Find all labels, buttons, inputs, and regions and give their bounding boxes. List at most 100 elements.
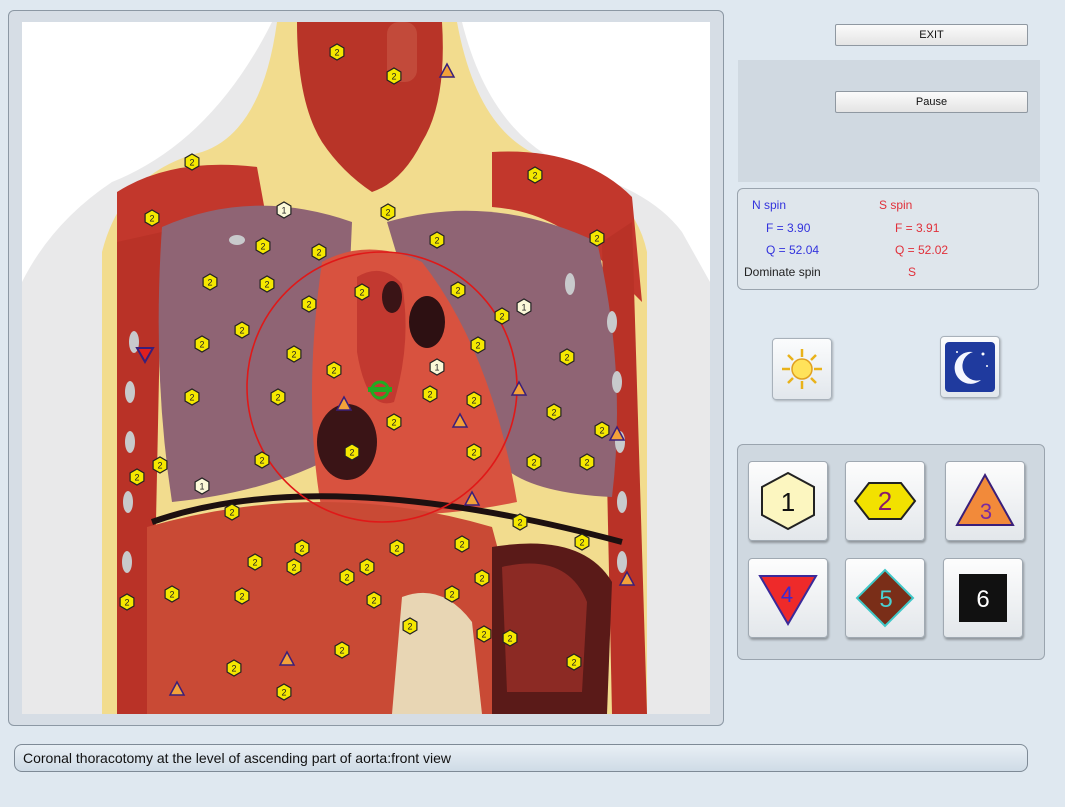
shape-3-label: 3 [980, 499, 992, 524]
hexagon-marker-label: 2 [391, 418, 396, 428]
shape-4-label: 4 [781, 582, 793, 607]
hexagon-marker-label: 2 [471, 396, 476, 406]
shape-2-button[interactable]: 2 [845, 461, 925, 541]
hexagon-marker-label: 2 [391, 72, 396, 82]
image-caption: Coronal thoracotomy at the level of asce… [14, 744, 1028, 772]
hexagon-marker-label: 2 [599, 426, 604, 436]
hexagon-marker-label: 2 [434, 236, 439, 246]
hexagon-marker-label: 2 [229, 508, 234, 518]
hexagon-marker-label: 2 [449, 590, 454, 600]
hexagon-marker-label: 2 [291, 563, 296, 573]
control-panel [738, 60, 1040, 182]
hexagon-marker-label: 2 [275, 393, 280, 403]
hexagon-marker-label: 2 [532, 171, 537, 181]
hexagon-marker-label: 2 [231, 664, 236, 674]
hexagon-light-yellow-icon: 1 [761, 471, 815, 531]
hexagon-marker-label: 2 [134, 473, 139, 483]
shape-6-button[interactable]: 6 [943, 558, 1023, 638]
s-spin-f-value: F = 3.91 [895, 221, 940, 235]
hexagon-marker-label: 2 [344, 573, 349, 583]
hexagon-marker-label: 2 [299, 544, 304, 554]
hexagon-marker-label: 2 [239, 592, 244, 602]
hexagon-marker-label: 2 [259, 456, 264, 466]
moon-icon [945, 342, 995, 392]
hexagon-marker-label: 2 [264, 280, 269, 290]
hexagon-marker-label: 2 [394, 544, 399, 554]
n-spin-q-value: Q = 52.04 [766, 243, 820, 257]
hexagon-marker-label: 2 [157, 461, 162, 471]
hexagon-marker-label: 2 [471, 448, 476, 458]
hexagon-marker-label: 2 [427, 390, 432, 400]
hexagon-marker-label: 2 [507, 634, 512, 644]
hexagon-marker-label: 2 [564, 353, 569, 363]
shape-4-button[interactable]: 4 [748, 558, 828, 638]
hexagon-marker-label: 2 [169, 590, 174, 600]
hexagon-marker-label: 2 [479, 574, 484, 584]
hexagon-marker-label: 2 [306, 300, 311, 310]
hexagon-marker-label: 2 [189, 158, 194, 168]
hexagon-marker-label: 2 [584, 458, 589, 468]
hexagon-marker-label: 2 [334, 48, 339, 58]
hexagon-marker-label: 2 [517, 518, 522, 528]
square-black-icon: 6 [959, 574, 1007, 622]
hexagon-marker-label: 2 [189, 393, 194, 403]
shape-5-button[interactable]: 5 [845, 558, 925, 638]
hexagon-marker-label: 1 [281, 206, 286, 216]
hexagon-marker-label: 2 [579, 538, 584, 548]
hexagon-marker-label: 2 [339, 646, 344, 656]
n-spin-f-value: F = 3.90 [766, 221, 811, 235]
hexagon-marker-label: 2 [207, 278, 212, 288]
hexagon-marker-label: 2 [281, 688, 286, 698]
shape-6-label: 6 [976, 586, 989, 613]
hexagon-marker-label: 2 [481, 630, 486, 640]
shape-3-button[interactable]: 3 [945, 461, 1025, 541]
hexagon-marker-label: 2 [149, 214, 154, 224]
dominate-spin-label: Dominate spin [744, 265, 821, 279]
pause-button[interactable]: Pause [835, 91, 1028, 113]
hexagon-marker-label: 2 [260, 242, 265, 252]
hexagon-marker-label: 2 [252, 558, 257, 568]
shape-2-label: 2 [878, 486, 892, 516]
hexagon-marker-label: 2 [571, 658, 576, 668]
hexagon-marker-label: 2 [531, 458, 536, 468]
anatomy-illustration: 2 2 2 2 2 2 2 2 2 2 2 2 2 2 2 2 2 2 2 2 2 2 2 2 2 2 2 2 2 2 2 2 2 2 2 2 2 2 2 2… [22, 22, 710, 714]
shape-5-label: 5 [879, 586, 892, 613]
hexagon-marker-label: 2 [459, 540, 464, 550]
hexagon-marker-label: 2 [291, 350, 296, 360]
hexagon-marker-label: 2 [239, 326, 244, 336]
hexagon-marker-label: 1 [199, 482, 204, 492]
diamond-brown-icon: 5 [855, 568, 915, 628]
shape-1-button[interactable]: 1 [748, 461, 828, 541]
s-spin-header: S spin [879, 198, 913, 212]
anatomy-image[interactable]: 2 2 2 2 2 2 2 2 2 2 2 2 2 2 2 2 2 2 2 2 2 2 2 2 2 2 2 2 2 2 2 2 2 2 2 2 2 2 2 2… [22, 22, 710, 714]
hexagon-marker-label: 2 [407, 622, 412, 632]
hexagon-marker-label: 2 [331, 366, 336, 376]
hexagon-marker-label: 2 [475, 341, 480, 351]
triangle-down-red-icon: 4 [758, 575, 818, 626]
hexagon-marker-label: 2 [359, 288, 364, 298]
hexagon-marker-label: 2 [551, 408, 556, 418]
dominate-spin-value: S [908, 265, 917, 279]
triangle-up-orange-icon: 3 [955, 472, 1015, 526]
hexagon-yellow-icon: 2 [853, 482, 917, 520]
spin-readout-panel: N spin S spin F = 3.90 F = 3.91 Q = 52.0… [737, 188, 1039, 290]
hexagon-marker-label: 2 [316, 248, 321, 258]
hexagon-marker-label: 2 [385, 208, 390, 218]
hexagon-marker-label: 2 [199, 340, 204, 350]
hexagon-marker-label: 2 [364, 563, 369, 573]
hexagon-marker-label: 1 [434, 363, 439, 373]
shape-1-label: 1 [781, 487, 795, 517]
hexagon-marker-label: 2 [594, 234, 599, 244]
day-mode-button[interactable] [772, 338, 832, 400]
hexagon-marker-label: 2 [124, 598, 129, 608]
hexagon-marker-label: 2 [455, 286, 460, 296]
hexagon-marker-label: 2 [349, 448, 354, 458]
marker-shape-panel: 1 2 3 4 5 6 [737, 444, 1045, 660]
hexagon-marker-label: 1 [521, 303, 526, 313]
s-spin-q-value: Q = 52.02 [895, 243, 949, 257]
hexagon-marker-label: 2 [371, 596, 376, 606]
exit-button[interactable]: EXIT [835, 24, 1028, 46]
n-spin-header: N spin [752, 198, 787, 212]
night-mode-button[interactable] [940, 336, 1000, 398]
sun-icon [782, 349, 822, 389]
